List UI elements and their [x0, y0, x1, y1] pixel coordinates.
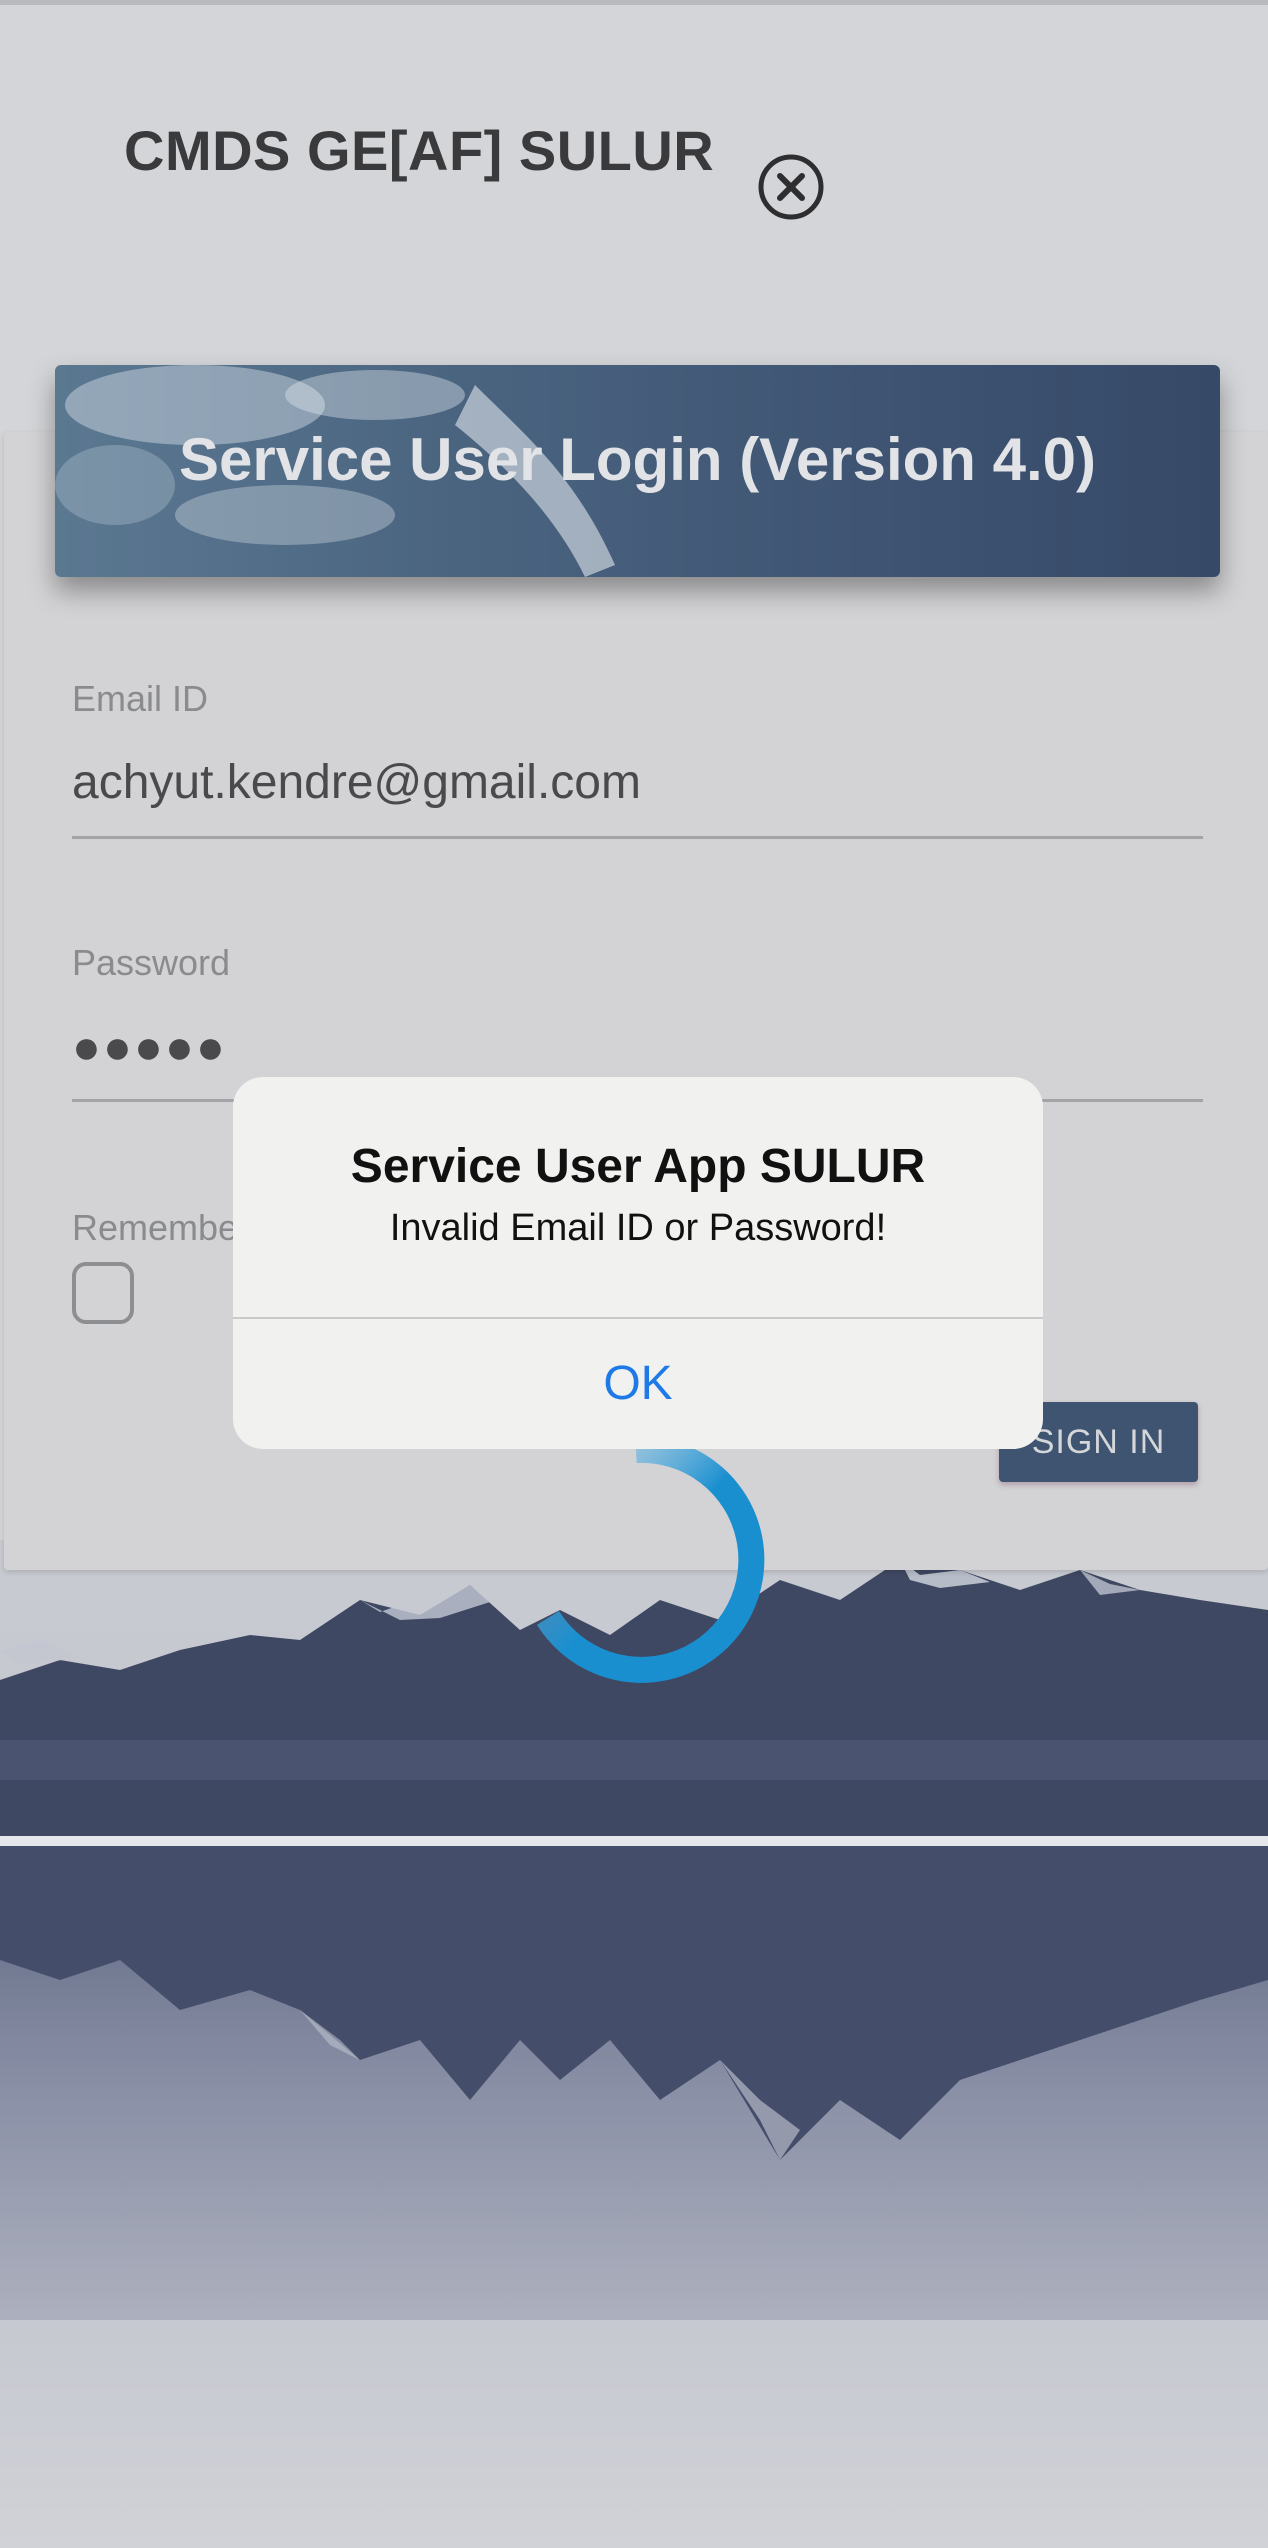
password-field[interactable]: ●●●●● [72, 1020, 227, 1075]
alert-dialog: Service User App SULUR Invalid Email ID … [233, 1077, 1043, 1449]
dialog-title: Service User App SULUR [350, 1140, 926, 1193]
dialog-message: Invalid Email ID or Password! [389, 1207, 887, 1249]
email-field-underline [72, 836, 1203, 839]
close-circle-icon[interactable] [756, 152, 826, 222]
email-field[interactable]: achyut.kendre@gmail.com [72, 755, 641, 810]
email-label: Email ID [72, 678, 209, 719]
remember-me-checkbox[interactable] [72, 1262, 134, 1324]
background-mountain-lake-image [0, 1540, 1268, 2548]
status-bar-edge [0, 0, 1268, 5]
password-label: Password [72, 942, 231, 983]
login-banner-title: Service User Login (Version 4.0) [178, 426, 1097, 493]
login-banner: Service User Login (Version 4.0) [55, 365, 1220, 577]
loading-spinner-icon [536, 1436, 765, 1683]
app-title: CMDS GE[AF] SULUR [124, 119, 715, 182]
ok-button[interactable]: OK [233, 1319, 1043, 1449]
remember-me-label: Remembe [72, 1207, 239, 1248]
